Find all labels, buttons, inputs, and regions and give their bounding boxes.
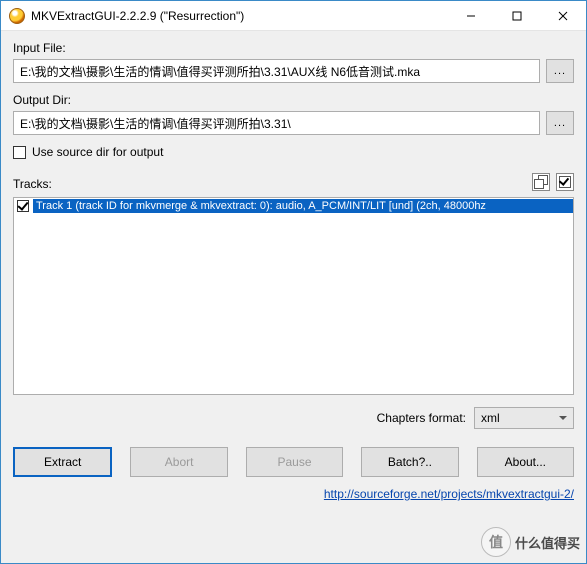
watermark-text: 什么值得买 [515, 533, 580, 552]
minimize-button[interactable] [448, 1, 494, 30]
tracks-listbox[interactable]: Track 1 (track ID for mkvmerge & mkvextr… [13, 197, 574, 395]
use-source-dir-checkbox[interactable] [13, 146, 26, 159]
track-checkbox[interactable] [17, 200, 29, 212]
watermark-icon: 值 [481, 527, 511, 557]
app-window: MKVExtractGUI-2.2.2.9 ("Resurrection") I… [0, 0, 587, 564]
titlebar: MKVExtractGUI-2.2.2.9 ("Resurrection") [1, 1, 586, 31]
chapters-format-select[interactable]: xml [474, 407, 574, 429]
output-dir-field[interactable] [13, 111, 540, 135]
watermark: 值 什么值得买 [481, 527, 580, 557]
input-file-label: Input File: [13, 41, 574, 55]
input-file-field[interactable] [13, 59, 540, 83]
tracks-label: Tracks: [13, 177, 526, 191]
app-icon [9, 8, 25, 24]
chapters-format-value: xml [481, 411, 500, 425]
pause-button[interactable]: Pause [246, 447, 343, 477]
about-button[interactable]: About... [477, 447, 574, 477]
use-source-dir-label: Use source dir for output [32, 145, 163, 159]
abort-button[interactable]: Abort [130, 447, 227, 477]
input-file-browse-button[interactable]: ... [546, 59, 574, 83]
output-dir-browse-button[interactable]: ... [546, 111, 574, 135]
track-row[interactable]: Track 1 (track ID for mkvmerge & mkvextr… [14, 198, 573, 214]
window-controls [448, 1, 586, 30]
extract-button[interactable]: Extract [13, 447, 112, 477]
project-link[interactable]: http://sourceforge.net/projects/mkvextra… [324, 487, 574, 501]
maximize-button[interactable] [494, 1, 540, 30]
select-none-button[interactable] [532, 173, 550, 191]
select-all-button[interactable] [556, 173, 574, 191]
chapters-format-label: Chapters format: [377, 411, 466, 425]
client-area: Input File: ... Output Dir: ... Use sour… [1, 31, 586, 563]
track-text[interactable]: Track 1 (track ID for mkvmerge & mkvextr… [33, 199, 573, 213]
window-title: MKVExtractGUI-2.2.2.9 ("Resurrection") [31, 9, 448, 23]
batch-button[interactable]: Batch?.. [361, 447, 458, 477]
output-dir-label: Output Dir: [13, 93, 574, 107]
close-button[interactable] [540, 1, 586, 30]
